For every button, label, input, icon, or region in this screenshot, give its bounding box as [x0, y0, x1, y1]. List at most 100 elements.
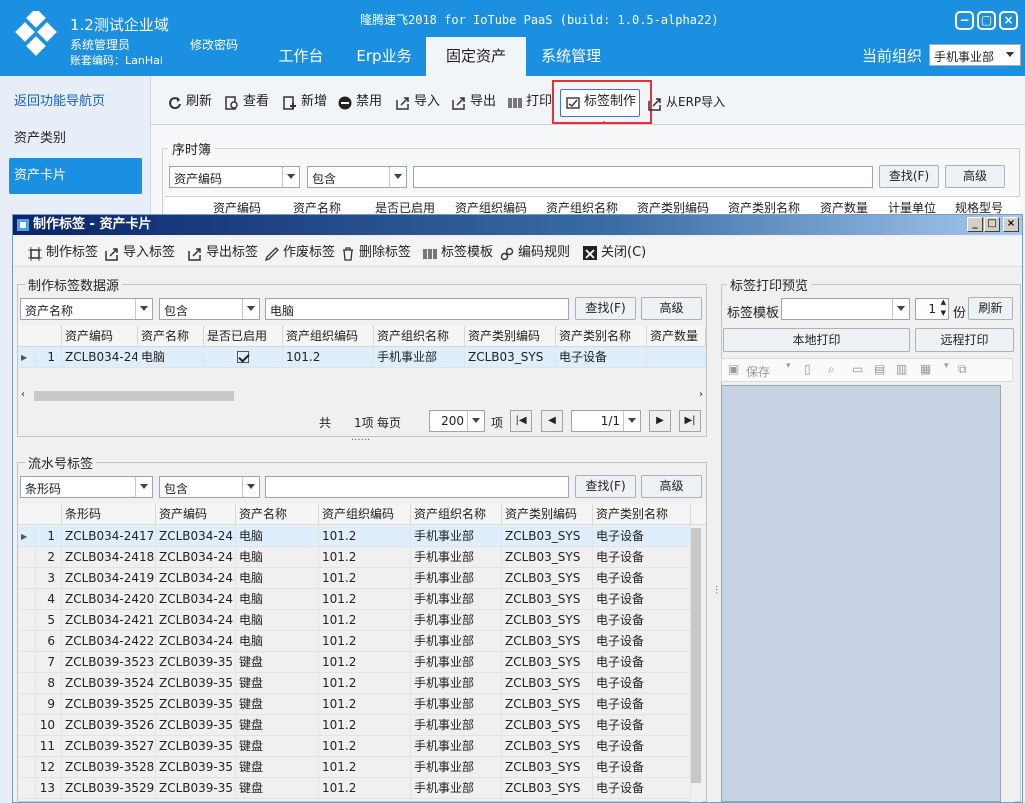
journal-op-select[interactable]: 包含	[307, 166, 407, 188]
copies-stepper[interactable]: 1 ▲ ▼	[915, 298, 949, 320]
serial-vscrollbar[interactable]	[689, 526, 703, 802]
table-row[interactable]: 2 ZCLB034-2418 ZCLB034-24 电脑 101.2 手机事业部 ZCLB0…	[18, 547, 691, 568]
label-template-button[interactable]: 标签模板	[423, 241, 493, 265]
table-row[interactable]: 7 ZCLB039-3523 ZCLB039-35 键盘 101.2 手机事业部 ZCLB0…	[18, 652, 691, 673]
table-row[interactable]: 8 ZCLB039-3524 ZCLB039-35 键盘 101.2 手机事业部 ZCLB0…	[18, 673, 691, 694]
tab-system[interactable]: 系统管理	[526, 37, 616, 76]
import-button[interactable]: 导入	[396, 90, 440, 114]
minimize-icon[interactable]: −	[955, 11, 974, 30]
table-row[interactable]: 10 ZCLB039-3526 ZCLB039-35 键盘 101.2 手机事业部 ZCLB…	[18, 715, 691, 736]
preview-toolbar: ▣ 保存 ▾ ▯ ⌕ ▭ ▤ ▥ ▦ ▾ ⧉	[721, 358, 1013, 382]
fit-page-icon[interactable]: ▭	[852, 362, 863, 376]
next-page-button[interactable]: ▶	[649, 410, 671, 432]
scroll-right-icon[interactable]: ›	[699, 389, 703, 400]
preview-vscrollbar[interactable]	[1001, 385, 1015, 802]
tab-erp[interactable]: Erp业务	[342, 37, 426, 76]
page-select[interactable]: 1/1	[571, 410, 641, 432]
import-label-button[interactable]: 导入标签	[105, 241, 175, 265]
two-page-icon[interactable]: ▥	[896, 362, 907, 376]
close-dialog-button[interactable]: 关闭(C)	[583, 241, 646, 265]
stepper-down-icon[interactable]: ▼	[941, 309, 946, 317]
make-label-tool-button[interactable]: 制作标签	[28, 241, 98, 265]
dialog-minimize-icon[interactable]: _	[967, 217, 983, 232]
local-print-button[interactable]: 本地打印	[723, 328, 910, 352]
dialog-close-icon[interactable]: ×	[1003, 217, 1019, 232]
scroll-thumb[interactable]	[34, 391, 234, 401]
source-search-input[interactable]: 电脑	[265, 298, 569, 320]
journal-field-select[interactable]: 资产编码	[169, 166, 300, 188]
serial-search-input[interactable]	[265, 476, 569, 498]
erp-import-button[interactable]: 从ERP导入	[648, 90, 725, 114]
source-op-select[interactable]: 包含	[159, 298, 260, 320]
first-page-button[interactable]: |◀	[510, 410, 532, 432]
multi-page-icon[interactable]: ▦	[920, 362, 931, 376]
page-setup-icon[interactable]: ▯	[804, 362, 811, 376]
source-hscrollbar[interactable]: ‹ ›	[18, 389, 706, 403]
splitter-handle[interactable]: ······	[351, 435, 370, 446]
change-password-link[interactable]: 修改密码	[190, 36, 238, 53]
serial-field-select[interactable]: 条形码	[20, 476, 153, 498]
table-row[interactable]: 5 ZCLB034-2421 ZCLB034-24 电脑 101.2 手机事业部 ZCLB0…	[18, 610, 691, 631]
print-preview-canvas[interactable]	[721, 385, 1001, 802]
add-button[interactable]: 新增	[283, 90, 327, 114]
scroll-thumb[interactable]	[691, 528, 701, 783]
sidebar-item-back[interactable]: 返回功能导航页	[0, 84, 151, 120]
fullscreen-icon[interactable]: ⧉	[958, 362, 967, 377]
table-row[interactable]: 3 ZCLB034-2419 ZCLB034-24 电脑 101.2 手机事业部 ZCLB0…	[18, 568, 691, 589]
export-label-button[interactable]: 导出标签	[188, 241, 258, 265]
cell: ZCLB039-35	[156, 736, 236, 757]
vertical-splitter-handle[interactable]: ···	[710, 585, 721, 595]
single-page-icon[interactable]: ▤	[874, 362, 885, 376]
cell: 电脑	[138, 347, 204, 368]
table-row[interactable]: 13 ZCLB039-3529 ZCLB039-35 键盘 101.2 手机事业部 ZCLB…	[18, 778, 691, 799]
current-org-select[interactable]: 手机事业部	[929, 44, 1021, 66]
enabled-checkbox-cell[interactable]	[204, 347, 283, 368]
close-icon[interactable]: ×	[999, 11, 1018, 30]
sidebar-item-asset-card[interactable]: 资产卡片	[9, 158, 142, 194]
restore-icon[interactable]: ▢	[977, 11, 996, 30]
prev-page-button[interactable]: ◀	[541, 410, 563, 432]
tab-workbench[interactable]: 工作台	[260, 37, 342, 76]
preview-save-label[interactable]: 保存	[746, 363, 770, 380]
save-icon[interactable]: ▣	[728, 362, 739, 376]
disable-button[interactable]: 禁用	[338, 90, 382, 114]
cell: 电子设备	[593, 631, 691, 652]
void-label-button[interactable]: 作废标签	[264, 241, 335, 265]
table-row[interactable]: 12 ZCLB039-3528 ZCLB039-35 键盘 101.2 手机事业部 ZCLB…	[18, 757, 691, 778]
table-row[interactable]: ▶ 1 ZCLB034-24 电脑 101.2 手机事业部 ZCLB03_SYS…	[18, 347, 706, 368]
code-rule-button[interactable]: 编码规则	[500, 241, 570, 265]
preview-refresh-button[interactable]: 刷新	[968, 297, 1013, 320]
table-row[interactable]: 6 ZCLB034-2422 ZCLB034-24 电脑 101.2 手机事业部 ZCLB0…	[18, 631, 691, 652]
find-icon[interactable]: ⌕	[828, 362, 835, 377]
page-size-select[interactable]: 200	[429, 410, 485, 432]
delete-label-button[interactable]: 删除标签	[341, 241, 411, 265]
remote-print-button[interactable]: 远程打印	[915, 328, 1014, 352]
source-field-select[interactable]: 资产名称	[20, 298, 153, 320]
delete-label-label: 删除标签	[359, 245, 412, 260]
table-row[interactable]: 9 ZCLB039-3525 ZCLB039-35 键盘 101.2 手机事业部 ZCLB0…	[18, 694, 691, 715]
chevron-down-icon[interactable]: ▾	[944, 361, 949, 371]
table-row[interactable]: 4 ZCLB034-2420 ZCLB034-24 电脑 101.2 手机事业部 ZCLB0…	[18, 589, 691, 610]
sidebar-item-asset-category[interactable]: 资产类别	[0, 121, 151, 157]
dialog-maximize-icon[interactable]: □	[984, 217, 1000, 232]
serial-advanced-button[interactable]: 高级	[641, 475, 702, 498]
source-advanced-button[interactable]: 高级	[641, 297, 702, 320]
refresh-button[interactable]: 刷新	[168, 90, 212, 114]
serial-search-button[interactable]: 查找(F)	[575, 475, 636, 498]
template-select[interactable]	[781, 298, 910, 320]
chevron-down-icon[interactable]: ▾	[786, 361, 791, 371]
view-button[interactable]: 查看	[225, 90, 269, 114]
table-row[interactable]: 11 ZCLB039-3527 ZCLB039-35 键盘 101.2 手机事业部 ZCLB…	[18, 736, 691, 757]
print-button[interactable]: 打印	[508, 90, 552, 114]
export-button[interactable]: 导出	[452, 90, 496, 114]
stepper-up-icon[interactable]: ▲	[941, 298, 946, 306]
last-page-button[interactable]: ▶|	[679, 410, 701, 432]
serial-op-select[interactable]: 包含	[159, 476, 260, 498]
table-row[interactable]: ▶ 1 ZCLB034-2417 ZCLB034-24 电脑 101.2 手机事业部 ZCLB…	[18, 526, 691, 547]
journal-advanced-button[interactable]: 高级	[945, 165, 1005, 188]
journal-search-input[interactable]	[413, 166, 873, 188]
source-search-button[interactable]: 查找(F)	[575, 297, 636, 320]
scroll-left-icon[interactable]: ‹	[21, 389, 25, 400]
tab-fixed-assets[interactable]: 固定资产	[426, 37, 526, 76]
journal-search-button[interactable]: 查找(F)	[879, 165, 939, 188]
